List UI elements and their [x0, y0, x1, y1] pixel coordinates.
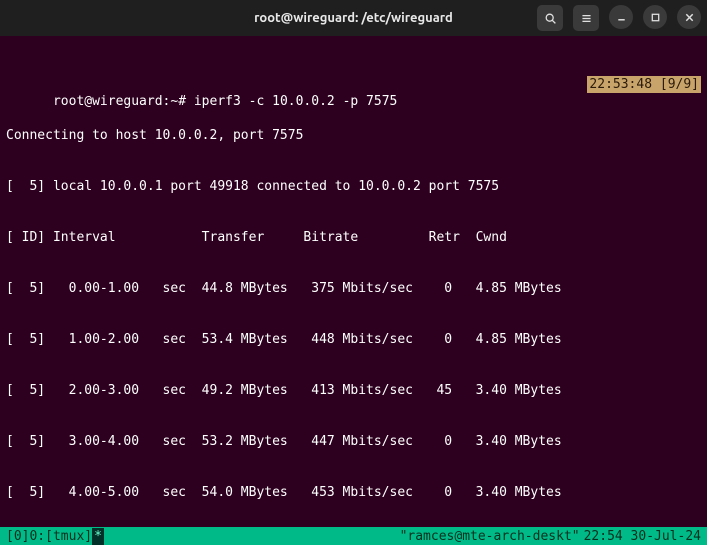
window-titlebar: root@wireguard: /etc/wireguard [0, 0, 707, 36]
table-row: [ 5] 3.00-4.00 sec 53.2 MBytes 447 Mbits… [6, 433, 701, 450]
maximize-button[interactable] [643, 5, 667, 29]
status-window: 0:[tmux] [29, 528, 92, 545]
pane1-header: [ ID] Interval Transfer Bitrate Retr Cwn… [6, 229, 701, 246]
pane1-connecting: Connecting to host 10.0.0.2, port 7575 [6, 127, 701, 144]
table-row: [ 5] 4.00-5.00 sec 54.0 MBytes 453 Mbits… [6, 484, 701, 501]
status-session: [0] [6, 528, 29, 545]
search-button[interactable] [537, 5, 563, 31]
status-datetime: 22:54 30-Jul-24 [584, 528, 701, 545]
pane1-prompt: root@wireguard:~# [53, 94, 194, 109]
close-button[interactable] [677, 5, 701, 29]
minimize-button[interactable] [609, 5, 633, 29]
window-actions [537, 5, 701, 31]
pane1-time-tag: 22:53:48 [9/9] [587, 76, 701, 93]
table-row: [ 5] 2.00-3.00 sec 49.2 MBytes 413 Mbits… [6, 382, 701, 399]
tmux-status-bar[interactable]: [0] 0:[tmux]* "ramces@mte-arch-deskt" 22… [0, 527, 707, 545]
pane1-command-line: root@wireguard:~# iperf3 -c 10.0.0.2 -p … [6, 76, 701, 93]
pane1-command: iperf3 -c 10.0.0.2 -p 7575 [194, 94, 398, 109]
pane1-local: [ 5] local 10.0.0.1 port 49918 connected… [6, 178, 701, 195]
table-row: [ 5] 1.00-2.00 sec 53.4 MBytes 448 Mbits… [6, 331, 701, 348]
table-row: [ 5] 0.00-1.00 sec 44.8 MBytes 375 Mbits… [6, 280, 701, 297]
terminal-body[interactable]: root@wireguard:~# iperf3 -c 10.0.0.2 -p … [0, 36, 707, 545]
menu-button[interactable] [573, 5, 599, 31]
status-current-flag: * [92, 528, 104, 545]
status-hostname: "ramces@mte-arch-deskt" [396, 528, 584, 545]
